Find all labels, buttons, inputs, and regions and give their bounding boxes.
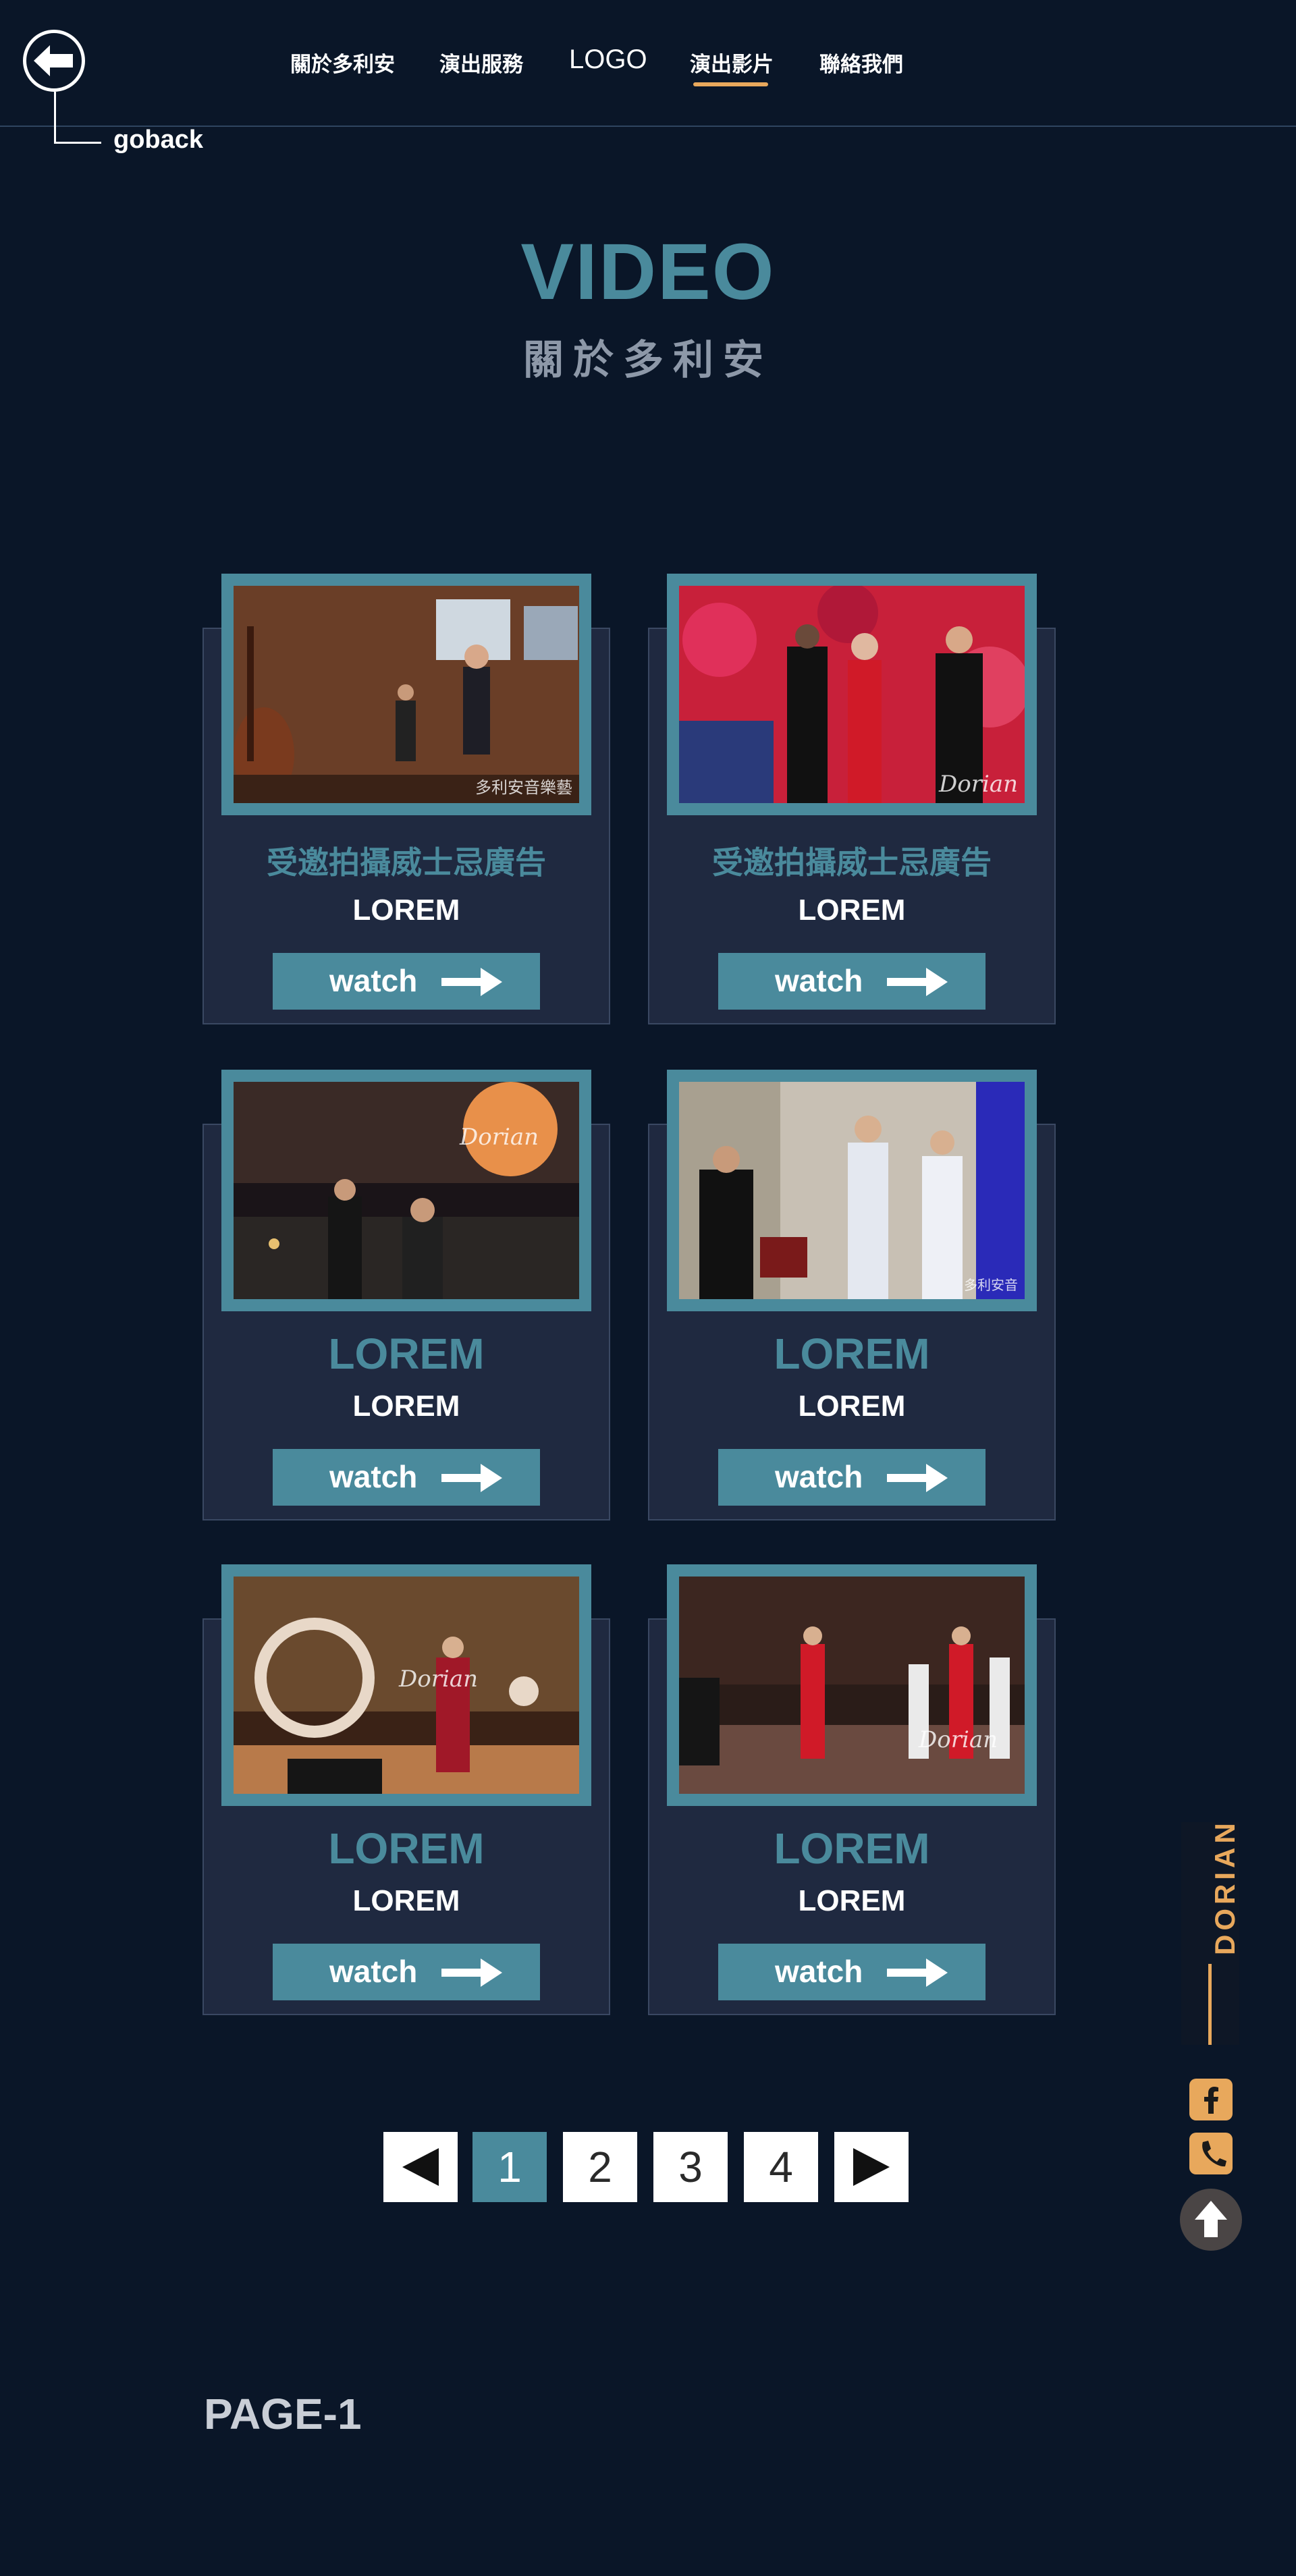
page-title: VIDEO — [520, 227, 776, 317]
arrow-left-icon — [34, 45, 73, 76]
video-title: 受邀拍攝威士忌廣告 — [712, 845, 992, 880]
nav-services[interactable]: 演出服務 — [439, 47, 523, 78]
pagination-prev[interactable] — [383, 2132, 458, 2202]
watermark: 多利安音樂藝 — [475, 778, 572, 797]
watermark: Dorian — [938, 771, 1018, 798]
nav-about[interactable]: 關於多利安 — [290, 47, 395, 78]
pagination-page[interactable]: 3 — [653, 2132, 728, 2202]
watch-button[interactable]: watch — [273, 1449, 540, 1506]
video-thumbnail[interactable]: 多利安音樂藝 — [221, 574, 591, 815]
watch-label: watch — [775, 1954, 863, 1989]
arrow-right-icon — [887, 1464, 948, 1492]
goback-connector — [54, 92, 56, 143]
phone-icon[interactable] — [1189, 2133, 1233, 2174]
concert-image — [679, 1577, 1025, 1794]
arrow-right-icon — [887, 968, 948, 996]
goback-connector — [54, 142, 101, 144]
arrow-right-icon — [887, 1958, 948, 1987]
video-title: LOREM — [328, 1330, 485, 1378]
video-title: LOREM — [774, 1330, 930, 1378]
video-title: LOREM — [328, 1824, 485, 1873]
pagination-page[interactable]: 4 — [744, 2132, 818, 2202]
side-brand-bar: DORIAN — [1181, 1819, 1241, 2045]
goback-label: goback — [113, 126, 204, 154]
video-thumbnail[interactable]: Dorian — [667, 1564, 1037, 1806]
video-subtitle: LOREM — [798, 1884, 906, 1917]
side-brand-text: DORIAN — [1209, 1819, 1241, 1955]
video-thumbnail[interactable]: 多利安音 — [667, 1070, 1037, 1311]
nav-logo[interactable]: LOGO — [569, 45, 647, 75]
arrow-up-icon — [1195, 2201, 1227, 2237]
watch-button[interactable]: watch — [718, 1449, 986, 1506]
site-header: goback 關於多利安 演出服務 LOGO 演出影片 聯絡我們 — [0, 0, 1296, 154]
arrow-right-icon — [441, 1958, 502, 1987]
page-subtitle: 關於多利安 — [523, 337, 773, 383]
video-thumbnail[interactable]: Dorian — [221, 1070, 591, 1311]
facebook-icon[interactable] — [1189, 2079, 1233, 2120]
page-indicator: PAGE-1 — [204, 2390, 362, 2438]
arrow-right-icon — [441, 968, 502, 996]
video-title: LOREM — [774, 1824, 930, 1873]
watermark: Dorian — [398, 1666, 478, 1693]
goback-button[interactable] — [23, 30, 85, 92]
arrow-right-icon — [441, 1464, 502, 1492]
nav-videos[interactable]: 演出影片 — [690, 47, 774, 78]
concert-image — [234, 1082, 579, 1299]
watch-button[interactable]: watch — [273, 1944, 540, 2000]
triangle-right-icon — [853, 2148, 890, 2186]
video-subtitle: LOREM — [798, 894, 906, 927]
watermark: Dorian — [918, 1726, 998, 1753]
video-subtitle: LOREM — [352, 1390, 460, 1423]
watch-label: watch — [775, 963, 863, 998]
video-subtitle: LOREM — [352, 1884, 460, 1917]
watermark: 多利安音 — [964, 1277, 1018, 1293]
watermark: Dorian — [459, 1124, 539, 1151]
concert-image — [679, 1082, 1025, 1299]
nav-contact[interactable]: 聯絡我們 — [819, 47, 903, 78]
video-thumbnail[interactable]: Dorian — [667, 574, 1037, 815]
watch-label: watch — [775, 1459, 863, 1494]
pagination-page[interactable]: 1 — [473, 2132, 547, 2202]
scroll-top-button[interactable] — [1180, 2189, 1242, 2251]
watch-label: watch — [329, 1459, 418, 1494]
video-thumbnail[interactable]: Dorian — [221, 1564, 591, 1806]
video-title: 受邀拍攝威士忌廣告 — [267, 845, 546, 880]
concert-image — [234, 586, 579, 803]
video-subtitle: LOREM — [798, 1390, 906, 1423]
triangle-left-icon — [402, 2148, 439, 2186]
watch-label: watch — [329, 963, 418, 998]
watch-button[interactable]: watch — [273, 953, 540, 1010]
side-brand-line — [1208, 1964, 1212, 2045]
video-subtitle: LOREM — [352, 894, 460, 927]
pagination-next[interactable] — [834, 2132, 909, 2202]
watch-label: watch — [329, 1954, 418, 1989]
nav-active-indicator — [693, 82, 768, 86]
watch-button[interactable]: watch — [718, 953, 986, 1010]
pagination-page[interactable]: 2 — [563, 2132, 637, 2202]
watch-button[interactable]: watch — [718, 1944, 986, 2000]
